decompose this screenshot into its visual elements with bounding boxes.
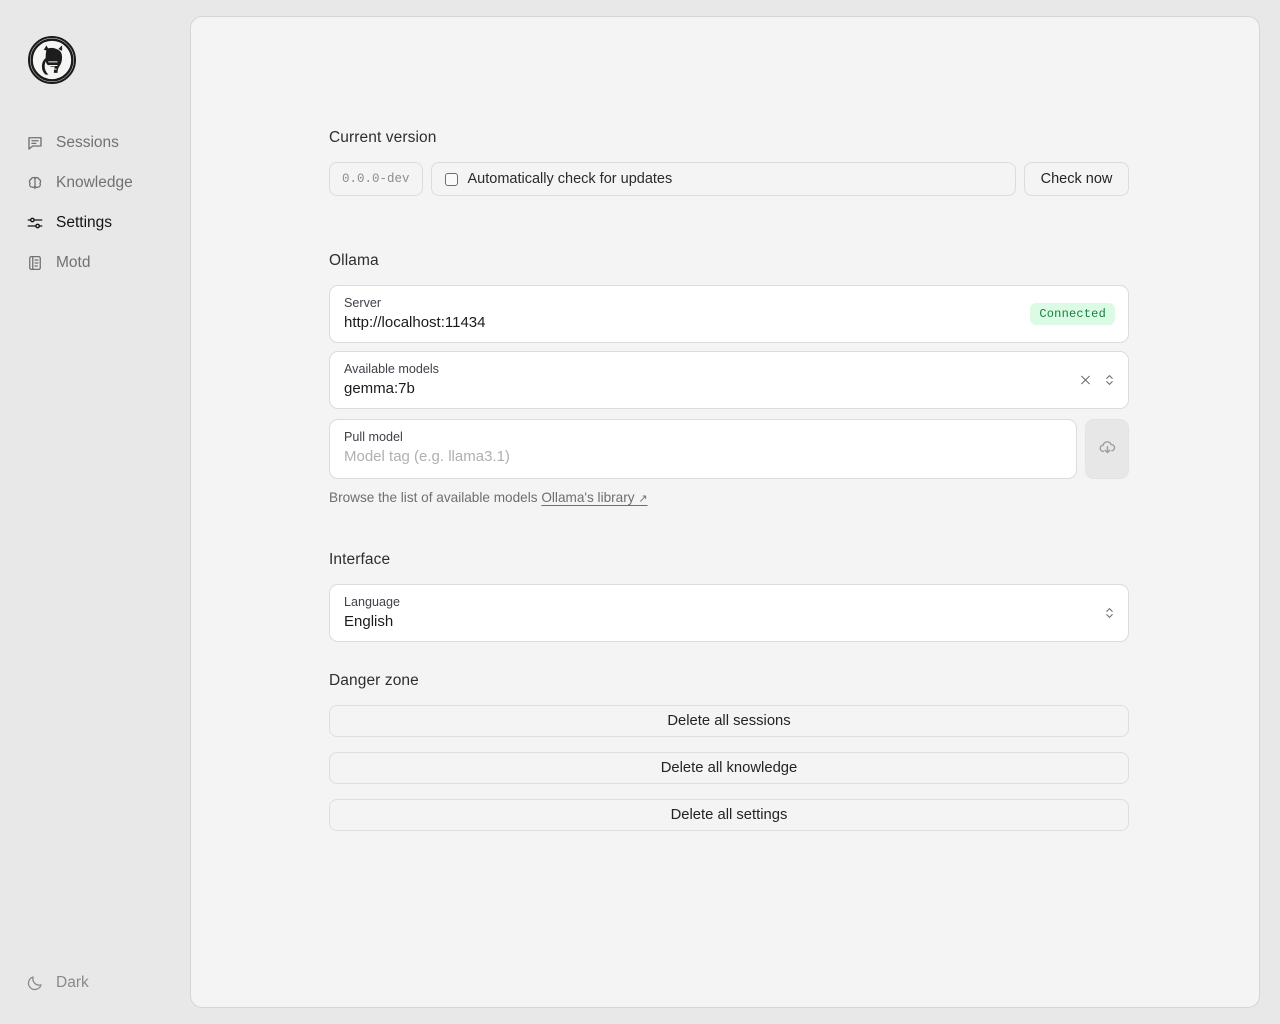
sidebar-item-motd[interactable]: Motd	[14, 246, 176, 280]
section-title-ollama: Ollama	[329, 252, 379, 269]
dark-mode-toggle[interactable]: Dark	[14, 966, 176, 1000]
auto-check-updates-checkbox[interactable]	[444, 172, 458, 186]
status-badge: Connected	[1030, 303, 1115, 325]
pull-model-label: Pull model	[344, 430, 403, 444]
dark-mode-label: Dark	[56, 974, 89, 991]
settings-panel: Current version 0.0.0-dev Automatically …	[190, 16, 1260, 1008]
language-label: Language	[344, 595, 401, 609]
external-link-icon: ↗	[638, 493, 648, 505]
section-current-version: Current version 0.0.0-dev Automatically …	[329, 129, 1129, 196]
cloud-download-icon	[1098, 438, 1117, 460]
chevron-up-down-icon[interactable]	[1103, 607, 1116, 620]
sidebar-item-label: Settings	[56, 214, 113, 231]
available-models-label: Available models	[344, 362, 439, 376]
helper-text: Browse the list of available models	[329, 490, 538, 505]
sliders-icon	[26, 214, 44, 232]
sidebar-item-knowledge[interactable]: Knowledge	[14, 166, 176, 200]
delete-all-sessions-button[interactable]: Delete all sessions	[329, 705, 1129, 737]
available-models-actions	[1079, 374, 1116, 387]
language-field[interactable]: Language English	[329, 584, 1129, 642]
delete-all-knowledge-button[interactable]: Delete all knowledge	[329, 752, 1129, 784]
available-models-field[interactable]: Available models gemma:7b	[329, 351, 1129, 409]
section-danger-zone: Danger zone Delete all sessions Delete a…	[329, 672, 1129, 831]
logo-container	[0, 0, 190, 84]
moon-icon	[26, 974, 44, 992]
sidebar: Sessions Knowledge Settings Motd Dark	[0, 0, 190, 1024]
panel-inner: Current version 0.0.0-dev Automatically …	[191, 17, 1259, 831]
chat-bubble-icon	[26, 134, 44, 152]
ollama-server-value: http://localhost:11434	[344, 314, 486, 331]
ollama-server-field[interactable]: Server http://localhost:11434 Connected	[329, 285, 1129, 343]
sidebar-item-label: Sessions	[56, 134, 119, 151]
pull-model-button[interactable]	[1085, 419, 1129, 479]
sidebar-item-sessions[interactable]: Sessions	[14, 126, 176, 160]
pull-model-input[interactable]: Model tag (e.g. llama3.1)	[344, 448, 1062, 465]
section-ollama: Ollama Server http://localhost:11434 Con…	[329, 252, 1129, 505]
auto-check-updates-row[interactable]: Automatically check for updates	[430, 162, 1016, 196]
sidebar-item-settings[interactable]: Settings	[14, 206, 176, 240]
ollama-library-link[interactable]: Ollama's library ↗	[541, 490, 647, 505]
sidebar-item-label: Knowledge	[56, 174, 133, 191]
check-now-button[interactable]: Check now	[1024, 162, 1129, 196]
section-title-current-version: Current version	[329, 129, 437, 146]
section-title-interface: Interface	[329, 551, 391, 568]
ollama-helper-line: Browse the list of available models Olla…	[329, 490, 1129, 505]
version-badge: 0.0.0-dev	[329, 162, 423, 196]
version-row: 0.0.0-dev Automatically check for update…	[329, 162, 1129, 196]
llama-logo	[28, 36, 76, 84]
language-actions	[1103, 607, 1116, 620]
pull-model-row: Pull model Model tag (e.g. llama3.1)	[329, 419, 1129, 479]
section-interface: Interface Language English	[329, 551, 1129, 642]
theme-toggle-container: Dark	[0, 966, 190, 1024]
settings-content: Current version 0.0.0-dev Automatically …	[329, 129, 1129, 831]
ollama-library-link-label: Ollama's library	[541, 490, 635, 505]
pull-model-field[interactable]: Pull model Model tag (e.g. llama3.1)	[329, 419, 1077, 479]
notebook-icon	[26, 254, 44, 272]
brain-icon	[26, 174, 44, 192]
sidebar-item-label: Motd	[56, 254, 91, 271]
section-title-danger-zone: Danger zone	[329, 672, 419, 689]
chevron-up-down-icon[interactable]	[1103, 374, 1116, 387]
delete-all-settings-button[interactable]: Delete all settings	[329, 799, 1129, 831]
language-value: English	[344, 613, 394, 630]
auto-check-updates-label: Automatically check for updates	[467, 171, 673, 187]
close-icon[interactable]	[1079, 374, 1092, 387]
ollama-server-label: Server	[344, 296, 382, 310]
sidebar-nav: Sessions Knowledge Settings Motd	[0, 126, 190, 280]
available-models-value: gemma:7b	[344, 380, 415, 397]
